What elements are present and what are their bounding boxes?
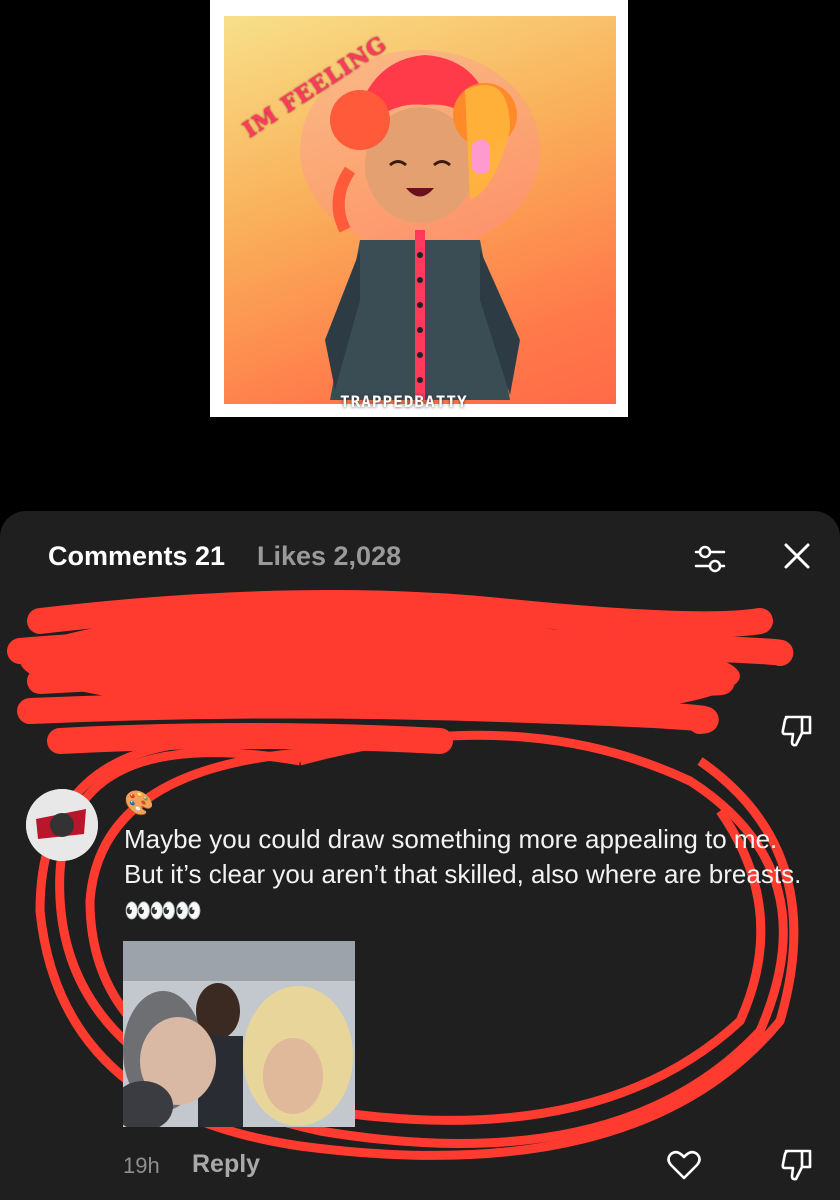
reaction-gif[interactable] (123, 941, 355, 1127)
eyes-emoji: 👀👀👀 (124, 898, 202, 923)
reply-button[interactable]: Reply (192, 1150, 260, 1179)
username-emoji: 🎨 (124, 790, 154, 817)
tab-comments[interactable]: Comments 21 (48, 541, 225, 572)
comment-timestamp: 19h (123, 1153, 160, 1178)
thumbs-down-icon[interactable] (780, 1147, 814, 1183)
sliders-icon[interactable] (690, 539, 730, 579)
comments-sheet: Comments 21 Likes 2,028 🎨 Maybe you coul… (0, 511, 840, 1200)
close-icon[interactable] (780, 539, 814, 573)
character-illustration (300, 50, 540, 400)
tab-likes[interactable]: Likes 2,028 (257, 541, 401, 572)
heart-icon[interactable] (666, 1147, 702, 1183)
post-artwork: IM FEELING TRAPPEDBATTY (210, 0, 628, 417)
comment-text: Maybe you could draw something more appe… (124, 822, 814, 928)
comment-body: Maybe you could draw something more appe… (124, 824, 802, 889)
avatar[interactable] (26, 789, 98, 861)
artist-signature: TRAPPEDBATTY (340, 392, 468, 411)
